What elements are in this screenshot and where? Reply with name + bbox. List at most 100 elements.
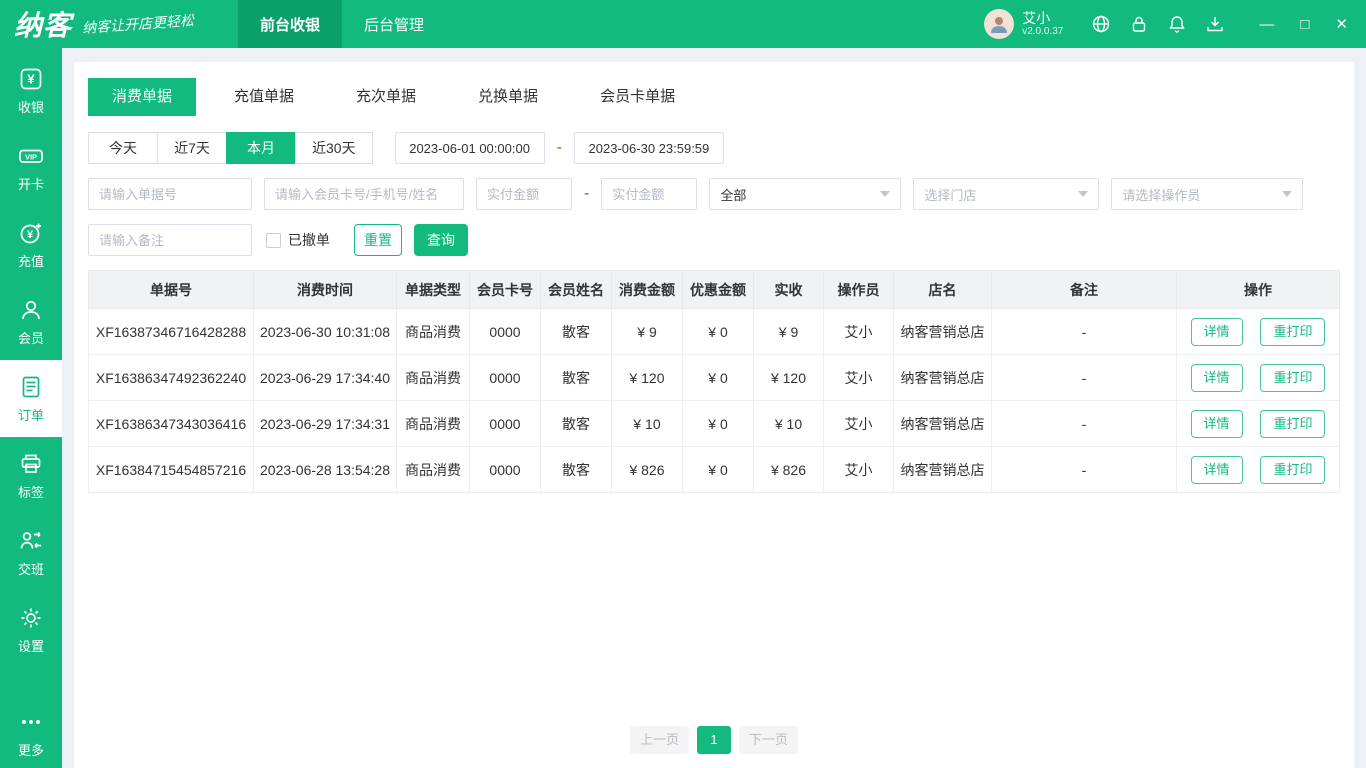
order-no-input[interactable] xyxy=(88,178,252,210)
quick-range-7days[interactable]: 近7天 xyxy=(157,132,227,164)
sidebar-item-recharge[interactable]: ¥ 充值 xyxy=(0,206,62,283)
quick-range-30days[interactable]: 近30天 xyxy=(295,132,373,164)
cell-paid: ¥ 9 xyxy=(753,308,824,355)
sidebar-item-label: 设置 xyxy=(17,638,44,654)
tab-member-card-orders[interactable]: 会员卡单据 xyxy=(576,78,699,116)
col-consume-amount: 消费金额 xyxy=(611,270,683,309)
filter-row-dates: 今天 近7天 本月 近30天 - xyxy=(88,132,1340,164)
page-number-1[interactable]: 1 xyxy=(697,726,731,754)
cell-paid: ¥ 120 xyxy=(753,354,824,401)
detail-button[interactable]: 详情 xyxy=(1190,455,1243,484)
cell-consume-time: 2023-06-29 17:34:40 xyxy=(253,354,397,401)
download-icon[interactable] xyxy=(1205,14,1225,34)
member-search-input[interactable] xyxy=(264,178,464,210)
amount-range-separator: - xyxy=(584,185,590,202)
maximize-button[interactable]: □ xyxy=(1300,17,1309,32)
cell-order-no: XF16387346716428288 xyxy=(88,308,254,355)
avatar[interactable] xyxy=(984,9,1015,39)
document-tabs: 消费单据 充值单据 充次单据 兑换单据 会员卡单据 xyxy=(88,78,1340,116)
amount-min-input[interactable] xyxy=(476,178,572,210)
reset-button[interactable]: 重置 xyxy=(354,224,402,256)
cell-store: 纳客营销总店 xyxy=(893,308,992,355)
cell-card-no: 0000 xyxy=(469,354,541,401)
chevron-down-icon xyxy=(1282,191,1293,197)
detail-button[interactable]: 详情 xyxy=(1190,317,1243,346)
quick-range-today[interactable]: 今天 xyxy=(88,132,158,164)
detail-button[interactable]: 详情 xyxy=(1190,363,1243,392)
col-paid: 实收 xyxy=(753,270,824,309)
prev-page-button[interactable]: 上一页 xyxy=(629,726,689,754)
reprint-button[interactable]: 重打印 xyxy=(1260,317,1326,346)
col-card-no: 会员卡号 xyxy=(469,270,541,309)
cell-member-name: 散客 xyxy=(540,308,612,355)
revoked-checkbox-wrap[interactable]: 已撤单 xyxy=(266,230,330,250)
detail-button[interactable]: 详情 xyxy=(1190,409,1243,438)
revoked-checkbox[interactable] xyxy=(266,232,281,248)
sidebar-item-cashier[interactable]: ¥ 收银 xyxy=(0,52,62,129)
cell-order-type: 商品消费 xyxy=(396,446,470,493)
sidebar-item-shift[interactable]: 交班 xyxy=(0,514,62,591)
tab-recharge-orders[interactable]: 充值单据 xyxy=(210,78,318,116)
sidebar-item-label: 收银 xyxy=(17,99,44,115)
col-store: 店名 xyxy=(893,270,992,309)
brand-slogan: 纳客让开店更轻松 xyxy=(81,13,195,37)
nav-tab-front-cashier[interactable]: 前台收银 xyxy=(238,0,343,48)
table-row: XF16384715454857216 2023-06-28 13:54:28 … xyxy=(88,446,1340,493)
bell-icon[interactable] xyxy=(1167,14,1187,34)
lock-icon[interactable] xyxy=(1129,14,1149,34)
sidebar-item-label: 更多 xyxy=(17,743,44,758)
operator-select[interactable]: 请选择操作员 xyxy=(1111,178,1304,210)
amount-max-input[interactable] xyxy=(601,178,698,210)
reprint-button[interactable]: 重打印 xyxy=(1260,363,1326,392)
table-header-row: 单据号 消费时间 单据类型 会员卡号 会员姓名 消费金额 优惠金额 实收 操作员… xyxy=(88,270,1340,309)
sidebar: ¥ 收银 VIP 开卡 ¥ 充值 会员 订单 标签 交班 设置 更多 xyxy=(0,48,62,768)
sidebar-item-label: 标签 xyxy=(17,484,44,500)
minimize-button[interactable]: — xyxy=(1259,17,1274,32)
search-button[interactable]: 查询 xyxy=(414,224,468,256)
reprint-button[interactable]: 重打印 xyxy=(1260,409,1326,438)
sidebar-item-labels[interactable]: 标签 xyxy=(0,437,62,514)
tab-exchange-orders[interactable]: 兑换单据 xyxy=(454,78,562,116)
cell-member-name: 散客 xyxy=(540,400,612,447)
cell-order-no: XF16386347343036416 xyxy=(88,400,254,447)
date-to-input[interactable] xyxy=(573,132,724,164)
close-button[interactable]: ✕ xyxy=(1335,17,1348,32)
more-dots-icon xyxy=(22,720,40,724)
sidebar-item-open-card[interactable]: VIP 开卡 xyxy=(0,129,62,206)
cell-order-type: 商品消费 xyxy=(396,354,470,401)
table-row: XF16387346716428288 2023-06-30 10:31:08 … xyxy=(88,308,1340,355)
order-type-select[interactable]: 全部 xyxy=(709,178,902,210)
tab-times-orders[interactable]: 充次单据 xyxy=(332,78,440,116)
tab-consume-orders[interactable]: 消费单据 xyxy=(88,78,197,116)
table-row: XF16386347492362240 2023-06-29 17:34:40 … xyxy=(88,354,1340,401)
user-info: 艾小 v2.0.0.37 xyxy=(1022,10,1063,39)
sidebar-item-members[interactable]: 会员 xyxy=(0,283,62,360)
store-select[interactable]: 选择门店 xyxy=(913,178,1100,210)
cell-paid: ¥ 10 xyxy=(753,400,824,447)
date-from-input[interactable] xyxy=(394,132,545,164)
remark-input[interactable] xyxy=(88,224,252,256)
globe-icon[interactable] xyxy=(1091,14,1111,34)
recharge-icon: ¥ xyxy=(20,223,41,243)
cell-operator: 艾小 xyxy=(823,400,894,447)
quick-range-group: 今天 近7天 本月 近30天 xyxy=(88,132,373,164)
quick-range-this-month[interactable]: 本月 xyxy=(226,132,296,164)
user-name: 艾小 xyxy=(1022,9,1051,26)
col-remark: 备注 xyxy=(991,270,1177,309)
reprint-button[interactable]: 重打印 xyxy=(1260,455,1326,484)
cashier-icon: ¥ xyxy=(20,68,42,89)
filter-row-actions: 已撤单 重置 查询 xyxy=(88,224,1340,256)
cell-discount-amount: ¥ 0 xyxy=(682,400,754,447)
sidebar-item-orders[interactable]: 订单 xyxy=(0,360,62,437)
nav-tab-backstage[interactable]: 后台管理 xyxy=(342,0,446,48)
sidebar-item-settings[interactable]: 设置 xyxy=(0,591,62,668)
next-page-button[interactable]: 下一页 xyxy=(739,726,799,754)
sidebar-item-more[interactable]: 更多 xyxy=(0,700,62,768)
order-type-value: 全部 xyxy=(720,187,747,203)
shift-icon xyxy=(20,531,41,549)
cell-actions: 详情 重打印 xyxy=(1176,308,1340,355)
member-icon xyxy=(22,300,40,319)
cell-actions: 详情 重打印 xyxy=(1176,400,1340,447)
date-range-separator: - xyxy=(556,139,562,156)
cell-store: 纳客营销总店 xyxy=(893,354,992,401)
